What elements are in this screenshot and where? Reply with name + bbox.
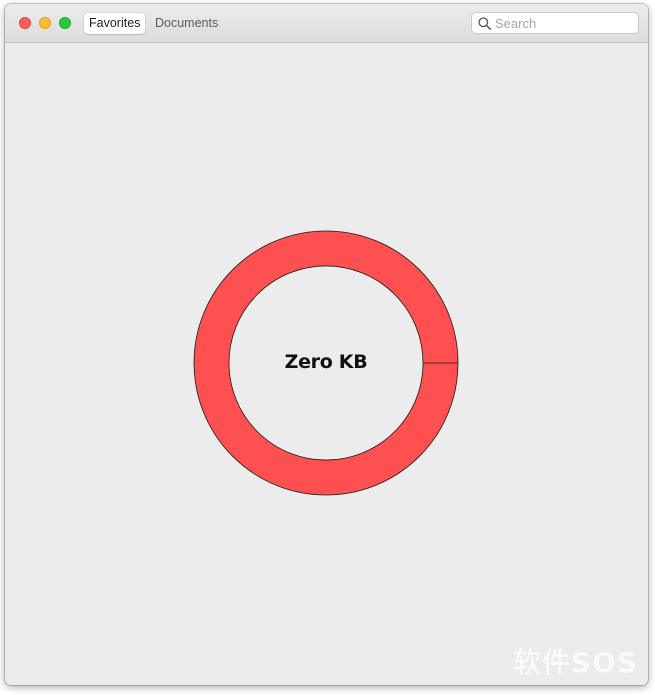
- close-window-button[interactable]: [19, 17, 31, 29]
- title-bar: Favorites Documents: [5, 4, 648, 43]
- search-input[interactable]: [495, 13, 633, 33]
- tab-documents[interactable]: Documents: [150, 13, 223, 34]
- minimize-window-button[interactable]: [39, 17, 51, 29]
- search-icon: [478, 17, 491, 30]
- app-window: Favorites Documents Zero KB 软件SOS: [5, 4, 648, 685]
- zoom-window-button[interactable]: [59, 17, 71, 29]
- search-field[interactable]: [471, 12, 639, 34]
- watermark: 软件SOS: [512, 646, 638, 679]
- usage-label: Zero KB: [284, 351, 368, 373]
- content-area: Zero KB: [5, 43, 648, 685]
- tab-favorites[interactable]: Favorites: [84, 13, 146, 34]
